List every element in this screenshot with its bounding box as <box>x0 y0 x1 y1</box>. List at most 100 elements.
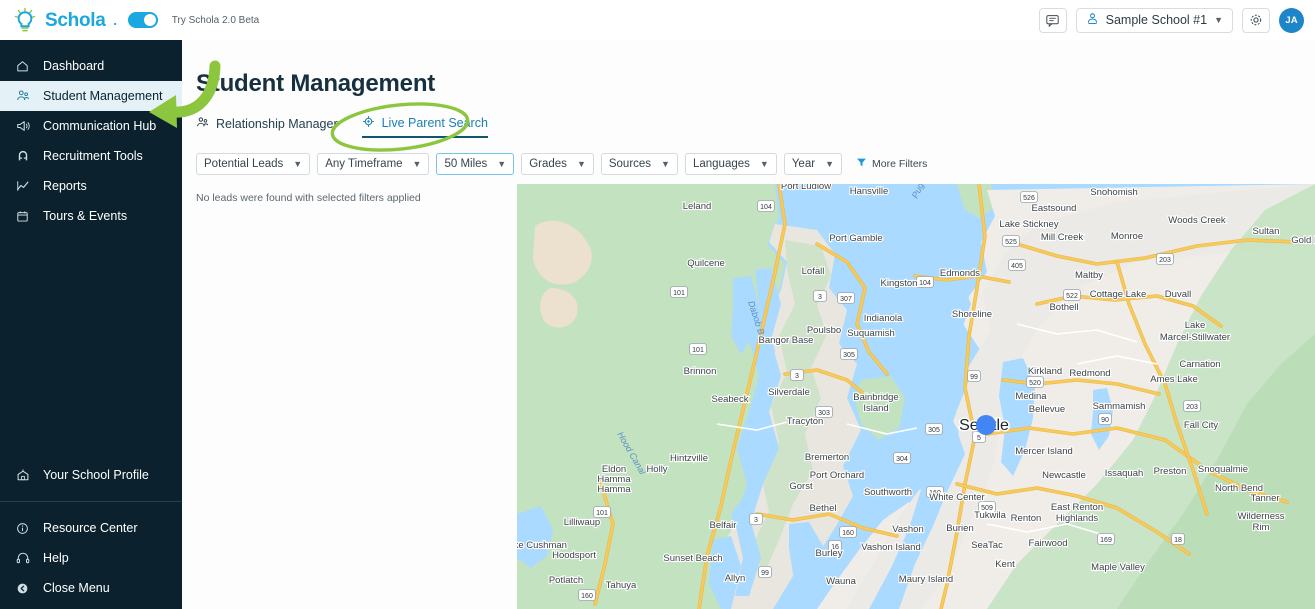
svg-text:Tahuya: Tahuya <box>606 580 637 591</box>
beta-toggle[interactable] <box>127 12 158 28</box>
filter-languages[interactable]: Languages ▼ <box>684 153 777 175</box>
sidebar-item-student-management[interactable]: Student Management <box>0 81 182 111</box>
svg-text:305: 305 <box>843 352 855 359</box>
svg-text:Sammamish: Sammamish <box>1093 401 1146 412</box>
svg-text:3: 3 <box>754 517 758 524</box>
filter-label: Any Timeframe <box>325 158 403 170</box>
home-icon <box>15 60 30 73</box>
svg-text:Gold Bar: Gold Bar <box>1291 235 1315 246</box>
svg-text:Suquamish: Suquamish <box>847 328 895 339</box>
sidebar-bottom-group: Your School Profile Resource Center Help… <box>0 460 182 609</box>
svg-text:White Center: White Center <box>929 492 984 503</box>
gear-icon[interactable] <box>1242 7 1270 33</box>
brand-name: Schola <box>45 9 106 31</box>
svg-text:101: 101 <box>673 290 685 297</box>
svg-text:Potlatch: Potlatch <box>549 575 583 586</box>
svg-text:99: 99 <box>970 374 978 381</box>
sidebar-item-communication-hub[interactable]: Communication Hub <box>0 111 182 141</box>
svg-text:Seabeck: Seabeck <box>712 394 749 405</box>
avatar[interactable]: JA <box>1279 7 1304 33</box>
calendar-icon <box>15 210 30 223</box>
more-filters-button[interactable]: More Filters <box>856 157 927 171</box>
svg-text:526: 526 <box>1023 195 1035 202</box>
svg-text:East Renton: East Renton <box>1051 502 1103 513</box>
svg-text:Tukwila: Tukwila <box>974 510 1007 521</box>
svg-text:Kent: Kent <box>995 559 1015 570</box>
sidebar-divider <box>0 501 182 502</box>
svg-text:Southworth: Southworth <box>864 487 912 498</box>
map-canvas[interactable]: Puget SoundDabob BayHood Canal1045265252… <box>517 184 1315 609</box>
svg-text:Belfair: Belfair <box>710 520 737 531</box>
arrow-left-circle-icon <box>15 582 30 595</box>
school-selector[interactable]: Sample School #1 ▼ <box>1075 7 1233 33</box>
svg-text:Shoreline: Shoreline <box>952 309 992 320</box>
brand-logo[interactable]: Schola . <box>0 7 118 33</box>
svg-text:160: 160 <box>842 530 854 537</box>
chevron-down-icon: ▼ <box>412 159 422 169</box>
svg-text:Fall City: Fall City <box>1184 420 1219 431</box>
filter-year[interactable]: Year ▼ <box>783 153 842 175</box>
svg-text:Holly: Holly <box>646 464 667 475</box>
filter-any-timeframe[interactable]: Any Timeframe ▼ <box>317 153 430 175</box>
tab-relationship-manager[interactable]: Relationship Manager <box>196 116 338 137</box>
sidebar-item-recruitment-tools[interactable]: Recruitment Tools <box>0 141 182 171</box>
svg-text:Port Orchard: Port Orchard <box>810 470 864 481</box>
svg-text:Bremerton: Bremerton <box>805 452 849 463</box>
svg-text:Gorst: Gorst <box>789 481 813 492</box>
svg-text:104: 104 <box>760 204 772 211</box>
svg-text:Lofall: Lofall <box>802 266 825 277</box>
svg-text:Newcastle: Newcastle <box>1042 470 1086 481</box>
svg-text:3: 3 <box>795 373 799 380</box>
svg-text:Silverdale: Silverdale <box>768 387 810 398</box>
tab-live-parent-search[interactable]: Live Parent Search <box>361 115 488 138</box>
svg-text:Sunset Beach: Sunset Beach <box>663 553 722 564</box>
map-svg: Puget SoundDabob BayHood Canal1045265252… <box>517 184 1315 609</box>
info-circle-icon <box>15 522 30 535</box>
filter-grades[interactable]: Grades ▼ <box>521 153 594 175</box>
sidebar-item-reports[interactable]: Reports <box>0 171 182 201</box>
school-building-icon <box>15 468 30 482</box>
sidebar-item-help[interactable]: Help <box>0 543 182 573</box>
svg-text:Indianola: Indianola <box>864 313 903 324</box>
svg-text:Renton: Renton <box>1011 513 1042 524</box>
svg-text:Sultan: Sultan <box>1253 226 1280 237</box>
filter-potential-leads[interactable]: Potential Leads ▼ <box>196 153 311 175</box>
filter-label: Year <box>791 158 816 170</box>
app-root: Schola . Try Schola 2.0 Beta Sample Scho… <box>0 0 1315 609</box>
tab-label: Relationship Manager <box>216 117 338 131</box>
svg-text:3: 3 <box>818 294 822 301</box>
svg-text:101: 101 <box>596 510 608 517</box>
svg-text:5: 5 <box>977 435 981 442</box>
svg-text:Island: Island <box>863 403 888 414</box>
tab-label: Live Parent Search <box>381 116 488 130</box>
target-icon <box>362 115 375 131</box>
svg-text:Maury Island: Maury Island <box>899 574 953 585</box>
svg-text:Ames Lake: Ames Lake <box>1150 374 1198 385</box>
megaphone-icon <box>15 119 30 133</box>
svg-text:Wauna: Wauna <box>826 576 856 587</box>
map-location-marker[interactable] <box>976 415 996 435</box>
svg-text:Redmond: Redmond <box>1069 368 1110 379</box>
filter-distance[interactable]: 50 Miles ▼ <box>436 153 515 175</box>
svg-text:Wilderness: Wilderness <box>1238 511 1285 522</box>
sidebar-item-tours-events[interactable]: Tours & Events <box>0 201 182 231</box>
sidebar-item-dashboard[interactable]: Dashboard <box>0 51 182 81</box>
sidebar-item-close-menu[interactable]: Close Menu <box>0 573 182 603</box>
svg-text:Bainbridge: Bainbridge <box>853 392 898 403</box>
chevron-down-icon: ▼ <box>576 159 586 169</box>
filter-sources[interactable]: Sources ▼ <box>600 153 678 175</box>
svg-text:Maple Valley: Maple Valley <box>1091 562 1145 573</box>
chevron-down-icon: ▼ <box>661 159 670 169</box>
svg-text:90: 90 <box>1101 417 1109 424</box>
svg-text:Vashon Island: Vashon Island <box>861 542 921 553</box>
sidebar-item-resource-center[interactable]: Resource Center <box>0 513 182 543</box>
brand-suffix: . <box>112 9 118 30</box>
svg-text:Bothell: Bothell <box>1049 302 1078 313</box>
svg-text:Medina: Medina <box>1015 391 1047 402</box>
sidebar-item-your-school-profile[interactable]: Your School Profile <box>0 460 182 490</box>
top-bar-actions: Sample School #1 ▼ JA <box>1038 7 1315 33</box>
svg-text:104: 104 <box>919 280 931 287</box>
chat-bubble-icon[interactable] <box>1038 7 1067 33</box>
svg-text:Monroe: Monroe <box>1111 231 1143 242</box>
chevron-down-icon: ▼ <box>825 159 834 169</box>
